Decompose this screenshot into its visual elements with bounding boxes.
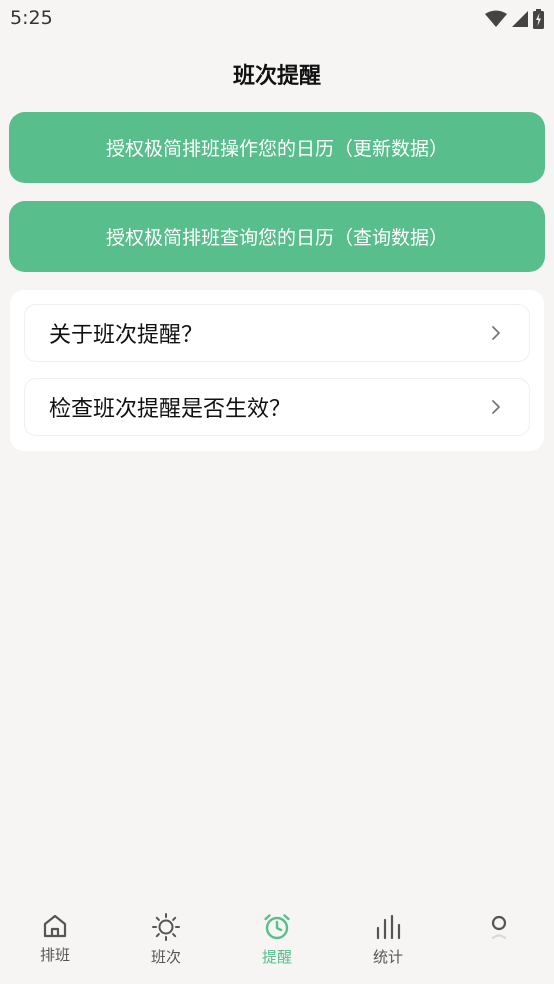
chevron-right-icon bbox=[491, 399, 501, 415]
signal-icon bbox=[512, 11, 528, 27]
tab-label: 统计 bbox=[372, 948, 403, 966]
home-icon bbox=[43, 914, 67, 938]
authorize-query-calendar-label: 授权极简排班查询您的日历（查询数据） bbox=[105, 227, 448, 249]
authorize-update-calendar-label: 授权极简排班操作您的日历（更新数据） bbox=[105, 138, 448, 160]
chevron-right-icon bbox=[491, 325, 501, 341]
list-item-label: 关于班次提醒？ bbox=[49, 323, 204, 348]
profile-icon bbox=[491, 915, 507, 940]
tab-statistics[interactable]: 统计 bbox=[343, 912, 433, 972]
alarm-clock-icon bbox=[264, 914, 290, 940]
tab-schedule[interactable]: 排班 bbox=[10, 912, 100, 972]
tab-label: 班次 bbox=[150, 948, 181, 966]
reminder-info-card: 关于班次提醒？ 检查班次提醒是否生效？ bbox=[10, 290, 544, 451]
sun-icon bbox=[152, 913, 180, 941]
authorize-update-calendar-button[interactable]: 授权极简排班操作您的日历（更新数据） bbox=[9, 112, 545, 183]
status-time: 5:25 bbox=[10, 7, 53, 29]
tab-profile[interactable] bbox=[454, 912, 544, 972]
wifi-icon bbox=[485, 10, 507, 27]
page-title: 班次提醒 bbox=[232, 64, 321, 89]
status-bar: 5:25 bbox=[0, 0, 554, 38]
status-icons bbox=[485, 8, 544, 30]
bottom-tab-bar: 排班 班次 提醒 统计 bbox=[0, 900, 554, 984]
tab-reminders[interactable]: 提醒 bbox=[232, 912, 322, 972]
tab-label: 排班 bbox=[39, 946, 70, 964]
tab-shifts[interactable]: 班次 bbox=[121, 912, 211, 972]
bar-chart-icon bbox=[376, 914, 401, 940]
list-item-about-reminder[interactable]: 关于班次提醒？ bbox=[24, 304, 530, 362]
tab-label: 提醒 bbox=[261, 948, 292, 966]
list-item-label: 检查班次提醒是否生效？ bbox=[49, 397, 292, 422]
list-item-check-reminder[interactable]: 检查班次提醒是否生效？ bbox=[24, 378, 530, 436]
battery-icon bbox=[533, 9, 544, 29]
authorize-query-calendar-button[interactable]: 授权极简排班查询您的日历（查询数据） bbox=[9, 201, 545, 272]
